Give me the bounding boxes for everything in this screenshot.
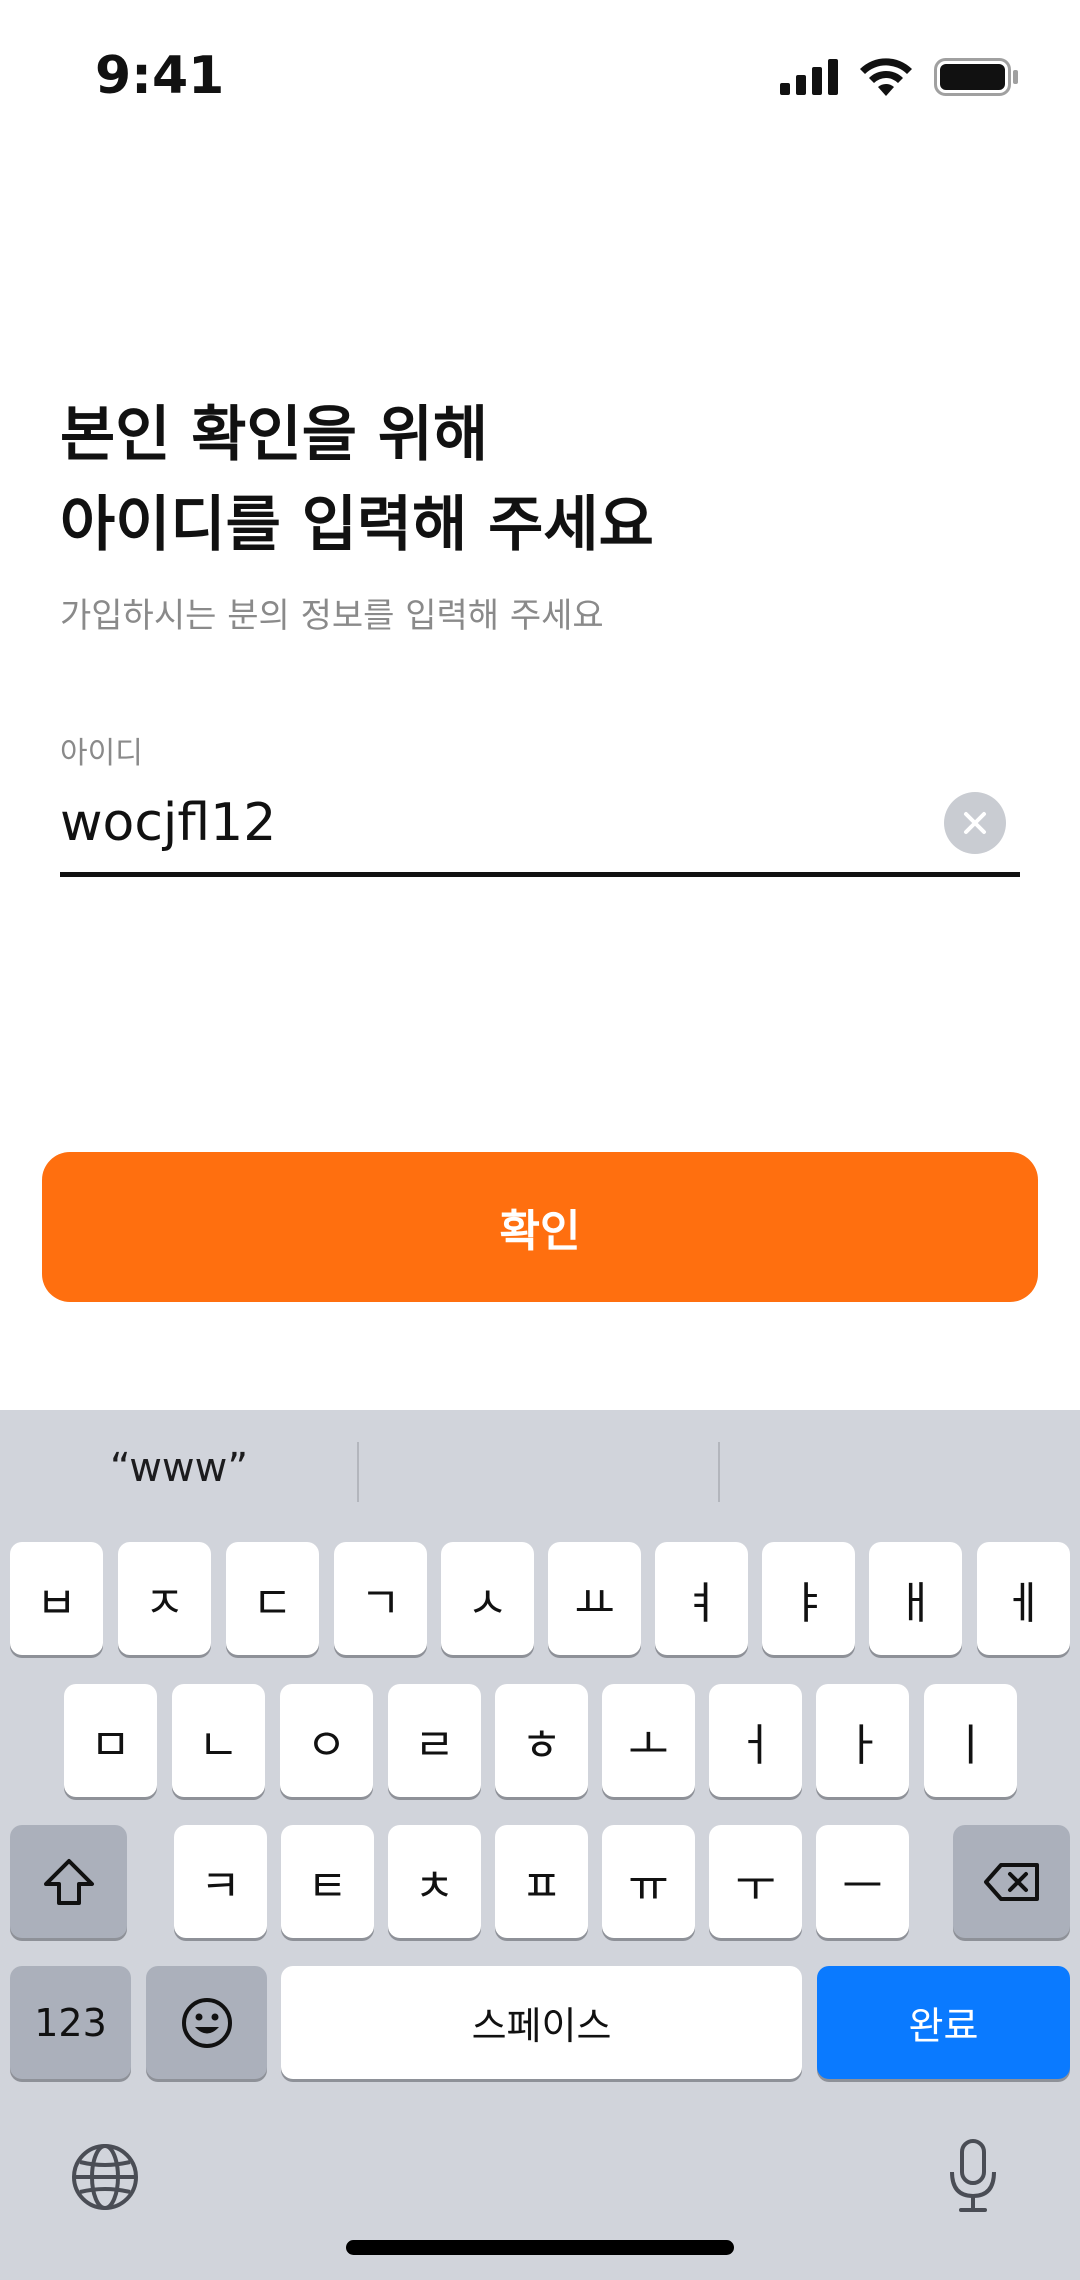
suggestion-divider: [718, 1442, 720, 1502]
space-key[interactable]: 스페이스: [281, 1966, 802, 2079]
key-row1-6[interactable]: ㅛ: [548, 1542, 641, 1655]
suggestion-bar: “www”: [0, 1410, 1080, 1525]
key-row2-4[interactable]: ㄹ: [388, 1684, 481, 1797]
key-row2-9[interactable]: ㅣ: [924, 1684, 1017, 1797]
key-row2-7[interactable]: ㅓ: [709, 1684, 802, 1797]
page-title-line-2: 아이디를 입력해 주세요: [60, 490, 654, 560]
key-row3-5[interactable]: ㅠ: [602, 1825, 695, 1938]
page-title: 본인 확인을 위해 아이디를 입력해 주세요: [60, 390, 1020, 570]
suggestion-1[interactable]: “www”: [0, 1410, 358, 1525]
key-row1-8[interactable]: ㅑ: [762, 1542, 855, 1655]
key-row2-1[interactable]: ㅁ: [64, 1684, 157, 1797]
wifi-icon: [860, 58, 912, 96]
suggestion-3[interactable]: [722, 1410, 1080, 1525]
backspace-icon: [983, 1862, 1039, 1901]
key-row1-7[interactable]: ㅕ: [655, 1542, 748, 1655]
shift-key[interactable]: [10, 1825, 127, 1938]
status-icons: [780, 58, 1018, 96]
key-row3-2[interactable]: ㅌ: [281, 1825, 374, 1938]
suggestion-divider: [357, 1442, 359, 1502]
battery-icon: [934, 58, 1018, 96]
keyboard: “www” ㅂ ㅈ ㄷ ㄱ ㅅ ㅛ ㅕ ㅑ ㅐ ㅔ ㅁ ㄴ ㅇ ㄹ ㅎ ㅗ ㅓ …: [0, 1410, 1080, 2280]
key-row1-2[interactable]: ㅈ: [118, 1542, 211, 1655]
shift-icon: [43, 1858, 94, 1905]
status-time: 9:41: [95, 46, 225, 106]
key-row1-10[interactable]: ㅔ: [977, 1542, 1070, 1655]
globe-icon[interactable]: [70, 2142, 140, 2212]
microphone-icon[interactable]: [948, 2138, 998, 2214]
id-field-label: 아이디: [60, 736, 143, 771]
key-row2-5[interactable]: ㅎ: [495, 1684, 588, 1797]
key-row3-7[interactable]: ㅡ: [816, 1825, 909, 1938]
emoji-icon: [181, 1997, 232, 2048]
page-title-line-1: 본인 확인을 위해: [60, 400, 489, 470]
key-row1-3[interactable]: ㄷ: [226, 1542, 319, 1655]
key-row1-4[interactable]: ㄱ: [334, 1542, 427, 1655]
key-row1-1[interactable]: ㅂ: [10, 1542, 103, 1655]
key-row3-1[interactable]: ㅋ: [174, 1825, 267, 1938]
id-field-underline: [60, 872, 1020, 877]
key-row3-6[interactable]: ㅜ: [709, 1825, 802, 1938]
key-row2-6[interactable]: ㅗ: [602, 1684, 695, 1797]
clear-circle-icon: [964, 812, 986, 834]
confirm-button[interactable]: 확인: [42, 1152, 1038, 1302]
home-indicator: [346, 2240, 734, 2255]
id-input[interactable]: [60, 778, 920, 868]
emoji-key[interactable]: [146, 1966, 267, 2079]
suggestion-2[interactable]: [360, 1410, 718, 1525]
key-row3-3[interactable]: ㅊ: [388, 1825, 481, 1938]
numbers-key[interactable]: 123: [10, 1966, 131, 2079]
key-row2-3[interactable]: ㅇ: [280, 1684, 373, 1797]
backspace-key[interactable]: [953, 1825, 1070, 1938]
done-key[interactable]: 완료: [817, 1966, 1070, 2079]
key-row1-5[interactable]: ㅅ: [441, 1542, 534, 1655]
key-row2-8[interactable]: ㅏ: [816, 1684, 909, 1797]
key-row2-2[interactable]: ㄴ: [172, 1684, 265, 1797]
key-row1-9[interactable]: ㅐ: [869, 1542, 962, 1655]
clear-input-button[interactable]: [944, 792, 1006, 854]
key-row3-4[interactable]: ㅍ: [495, 1825, 588, 1938]
page-subtitle: 가입하시는 분의 정보를 입력해 주세요: [60, 596, 604, 636]
screen: 9:41 본인 확인을 위해 아이디를 입력해 주세요 가입하시는 분의 정보를…: [0, 0, 1080, 2280]
cellular-signal-icon: [780, 59, 838, 95]
